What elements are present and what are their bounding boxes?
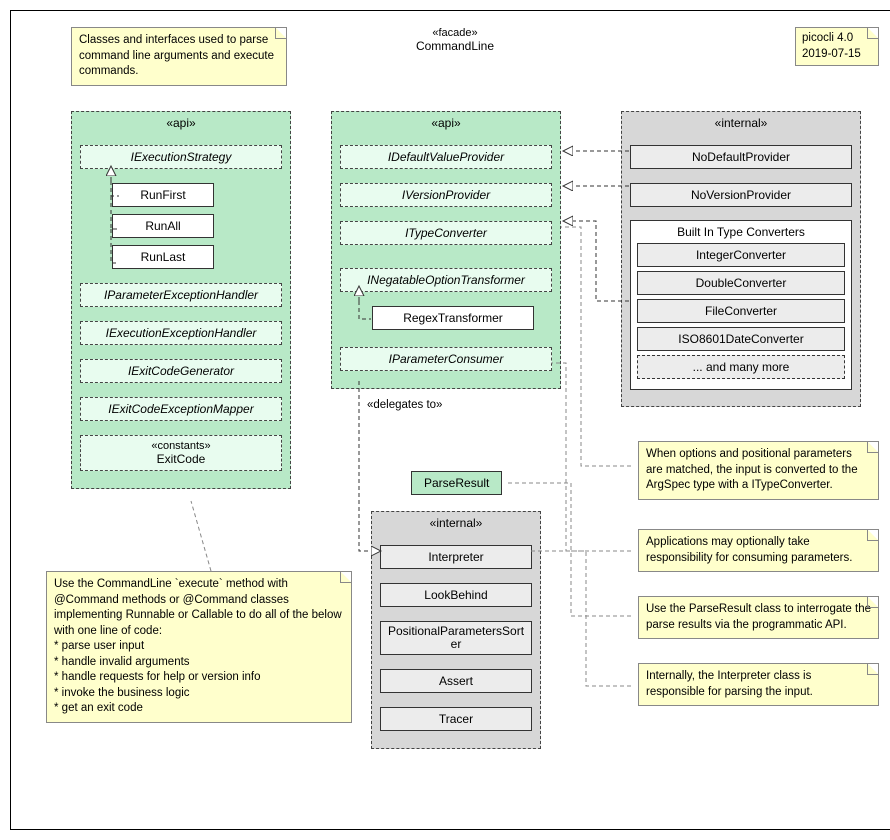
- api-left-label: «api»: [72, 116, 290, 130]
- commandline-title: CommandLine: [416, 39, 494, 53]
- package-internal-bottom: «internal» Interpreter LookBehind Positi…: [371, 511, 541, 749]
- exitcode: «constants» ExitCode: [80, 435, 282, 471]
- positionalparameterssorter: PositionalParametersSorter: [380, 621, 532, 655]
- note-intro-text: Classes and interfaces used to parse com…: [79, 34, 274, 77]
- constants-stereo: «constants»: [91, 440, 271, 452]
- note-paramconsumer: Applications may optionally take respons…: [638, 529, 879, 572]
- integerconverter: IntegerConverter: [637, 243, 845, 267]
- lookbehind: LookBehind: [380, 583, 532, 607]
- iversionprovider: IVersionProvider: [340, 183, 552, 207]
- note-parseresult-text: Use the ParseResult class to interrogate…: [646, 603, 871, 631]
- package-internal-right: «internal» NoDefaultProvider NoVersionPr…: [621, 111, 861, 407]
- parseresult: ParseResult: [411, 471, 502, 495]
- possorter-text: PositionalParametersSorter: [385, 625, 527, 651]
- runall: RunAll: [112, 214, 214, 238]
- runlast: RunLast: [112, 245, 214, 269]
- api-mid-label: «api»: [332, 116, 560, 130]
- builtin-title: Built In Type Converters: [637, 225, 845, 239]
- note-typeconv-text: When options and positional parameters a…: [646, 448, 858, 491]
- nodefaultprovider: NoDefaultProvider: [630, 145, 852, 169]
- many-more: ... and many more: [637, 355, 845, 379]
- noversionprovider: NoVersionProvider: [630, 183, 852, 207]
- iexitcodeexceptionmapper: IExitCodeExceptionMapper: [80, 397, 282, 421]
- inegatableoptiontransformer: INegatableOptionTransformer: [340, 268, 552, 292]
- itypeconverter: ITypeConverter: [340, 221, 552, 245]
- iexecutionstrategy: IExecutionStrategy: [80, 145, 282, 169]
- note-interpreter-text: Internally, the Interpreter class is res…: [646, 670, 813, 698]
- doubleconverter: DoubleConverter: [637, 271, 845, 295]
- iparameterexceptionhandler: IParameterExceptionHandler: [80, 283, 282, 307]
- iso8601dateconverter: ISO8601DateConverter: [637, 327, 845, 351]
- note-interpreter: Internally, the Interpreter class is res…: [638, 663, 879, 706]
- iexecutionexceptionhandler: IExecutionExceptionHandler: [80, 321, 282, 345]
- idefaultvalueprovider: IDefaultValueProvider: [340, 145, 552, 169]
- package-api-left: «api» IExecutionStrategy RunFirst RunAll…: [71, 111, 291, 489]
- note-typeconv: When options and positional parameters a…: [638, 441, 879, 500]
- internal-bottom-label: «internal»: [372, 516, 540, 530]
- builtin-converters-group: Built In Type Converters IntegerConverte…: [630, 220, 852, 390]
- iparameterconsumer: IParameterConsumer: [340, 347, 552, 371]
- runfirst: RunFirst: [112, 183, 214, 207]
- fileconverter: FileConverter: [637, 299, 845, 323]
- date-text: 2019-07-15: [802, 47, 872, 63]
- iexitcodegenerator: IExitCodeGenerator: [80, 359, 282, 383]
- exitcode-label: ExitCode: [157, 452, 206, 466]
- tracer: Tracer: [380, 707, 532, 731]
- diagram-canvas: «facade» CommandLine Classes and interfa…: [10, 10, 890, 830]
- delegates-label: «delegates to»: [367, 399, 442, 411]
- note-execute-text: Use the CommandLine `execute` method wit…: [54, 578, 342, 714]
- note-intro: Classes and interfaces used to parse com…: [71, 27, 287, 86]
- assert: Assert: [380, 669, 532, 693]
- note-parseresult: Use the ParseResult class to interrogate…: [638, 596, 879, 639]
- internal-right-label: «internal»: [622, 116, 860, 130]
- note-execute: Use the CommandLine `execute` method wit…: [46, 571, 352, 723]
- note-version: picocli 4.0 2019-07-15: [795, 27, 879, 66]
- note-paramconsumer-text: Applications may optionally take respons…: [646, 536, 852, 564]
- regextransformer: RegexTransformer: [372, 306, 534, 330]
- version-text: picocli 4.0: [802, 31, 872, 47]
- interpreter: Interpreter: [380, 545, 532, 569]
- package-api-middle: «api» IDefaultValueProvider IVersionProv…: [331, 111, 561, 389]
